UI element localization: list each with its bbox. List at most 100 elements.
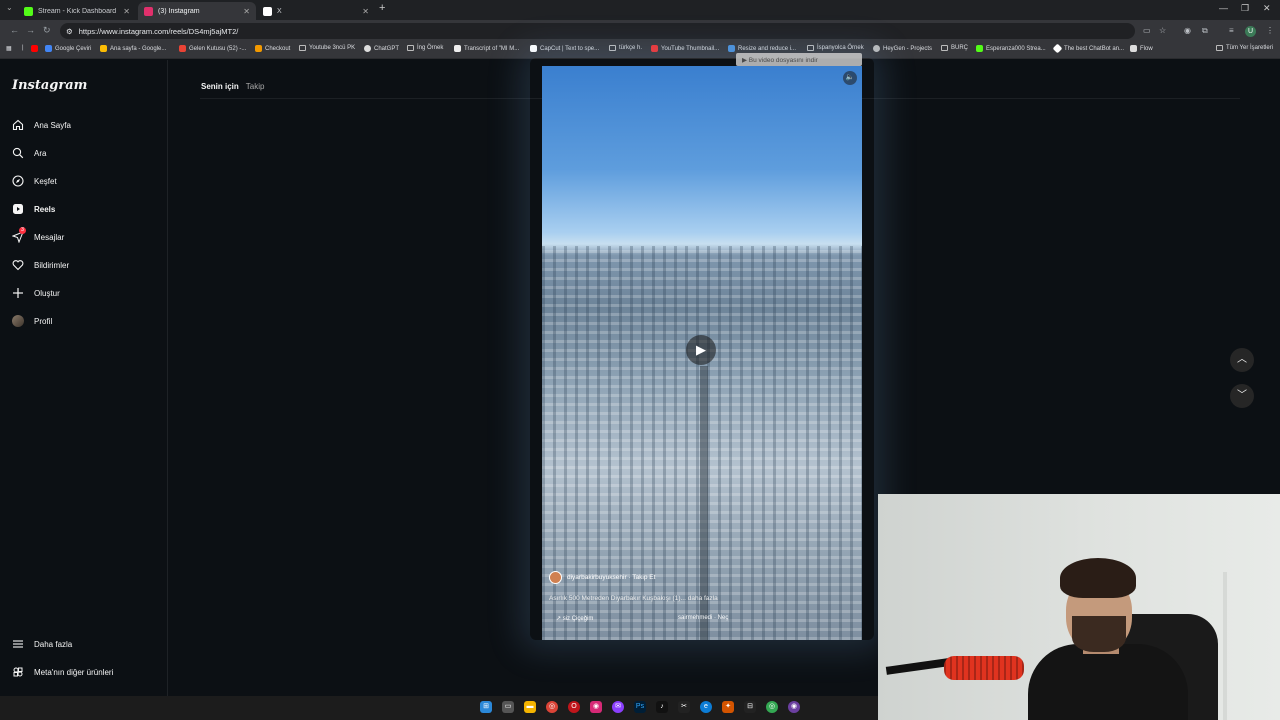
tab-instagram[interactable]: (3) Instagram ✕ <box>138 2 256 20</box>
minimize-icon[interactable]: — <box>1219 3 1228 13</box>
chrome-icon[interactable]: ◎ <box>546 701 558 713</box>
tab-strip: ⌄ Stream - Kick Dashboard ✕ (3) Instagra… <box>0 0 1280 20</box>
author-avatar[interactable] <box>549 571 562 584</box>
instagram-icon[interactable]: ◉ <box>590 701 602 713</box>
obs-icon[interactable]: ◉ <box>788 701 800 713</box>
youtube-bookmark-icon[interactable] <box>31 45 38 52</box>
nav-label: Ana Sayfa <box>34 120 71 130</box>
back-icon[interactable]: ← <box>10 25 19 35</box>
reload-icon[interactable]: ↻ <box>43 25 51 36</box>
url-text: https://www.instagram.com/reels/DS4mj5aj… <box>78 26 239 36</box>
nav-create[interactable]: Oluştur <box>12 287 60 299</box>
app2-icon[interactable]: ⊟ <box>744 701 756 713</box>
maximize-icon[interactable]: ❐ <box>1241 3 1249 14</box>
author-name[interactable]: diyarbakirbuyuksehir · Takip Et <box>567 574 655 581</box>
tab-search-icon[interactable]: ⌄ <box>6 3 13 12</box>
forward-icon[interactable]: → <box>26 25 35 35</box>
apps-icon[interactable]: ▦ <box>6 45 12 52</box>
nav-reels[interactable]: Reels <box>12 203 55 215</box>
tab-following[interactable]: Takip <box>246 82 265 91</box>
nav-explore[interactable]: Keşfet <box>12 175 57 187</box>
mute-icon[interactable]: 🔈 <box>843 71 857 85</box>
download-video-bar[interactable]: ▶ Bu video dosyasını indir <box>736 53 862 66</box>
extensions-puzzle-icon[interactable]: ⧉ <box>1202 26 1208 36</box>
chatbot-icon <box>1052 43 1063 54</box>
address-bar[interactable]: ⚙ https://www.instagram.com/reels/DS4mj5… <box>60 23 1135 39</box>
bookmark-item[interactable]: CapCut | Text to spe... <box>530 45 599 52</box>
close-window-icon[interactable]: ✕ <box>1263 3 1271 14</box>
chrome2-icon[interactable]: ◎ <box>766 701 778 713</box>
profile-avatar[interactable]: U <box>1245 26 1256 37</box>
next-reel-button[interactable]: ﹀ <box>1230 384 1254 408</box>
bookmark-star-icon[interactable]: ☆ <box>1159 26 1166 35</box>
close-tab-icon[interactable]: ✕ <box>243 7 250 16</box>
bookmark-item[interactable]: Resize and reduce i... <box>728 45 796 52</box>
bookmark-item[interactable]: Gelen Kutusu (52) -... <box>179 45 246 52</box>
all-bookmarks[interactable]: Tüm Yer İşaretleri <box>1216 45 1273 51</box>
folder-icon <box>941 45 948 51</box>
heygen-icon <box>873 45 880 52</box>
nav-home[interactable]: Ana Sayfa <box>12 119 71 131</box>
nav-label: Ara <box>34 148 47 158</box>
nav-label: Keşfet <box>34 176 57 186</box>
edge-icon[interactable]: e <box>700 701 712 713</box>
bookmark-item[interactable]: ChatGPT <box>364 45 399 52</box>
tab-for-you[interactable]: Senin için <box>201 82 239 91</box>
messenger-icon[interactable]: ✉ <box>612 701 624 713</box>
previous-reel-button[interactable]: ︿ <box>1230 348 1254 372</box>
bookmark-item[interactable]: Youtube 3ncü PK <box>299 45 355 51</box>
extension-icon[interactable]: ◉ <box>1184 26 1191 35</box>
nav-meta-products[interactable]: Meta'nın diğer ürünleri <box>12 666 113 678</box>
close-tab-icon[interactable]: ✕ <box>362 7 369 16</box>
opera-icon[interactable]: O <box>568 701 580 713</box>
reel-music[interactable]: ↗ siz Çiçeğim <box>556 615 593 622</box>
photoshop-icon[interactable]: Ps <box>634 701 646 713</box>
nav-more[interactable]: Daha fazla <box>12 638 72 650</box>
reel-author[interactable]: diyarbakirbuyuksehir · Takip Et <box>549 571 655 584</box>
downloads-icon[interactable]: ≡ <box>1229 26 1234 35</box>
bookmark-item[interactable]: Esperanza000 Strea... <box>976 45 1046 52</box>
nav-messages[interactable]: 3 Mesajlar <box>12 227 64 243</box>
instagram-logo[interactable]: Instagram <box>12 78 87 93</box>
task-view-icon[interactable]: ▭ <box>502 701 514 713</box>
cast-icon[interactable]: ▭ <box>1143 26 1151 35</box>
bookmark-item[interactable]: BURÇ <box>941 45 968 51</box>
bookmark-item[interactable]: The best ChatBot an... <box>1052 43 1124 54</box>
tab-x[interactable]: X ✕ <box>257 2 375 20</box>
home-icon <box>12 119 24 131</box>
nav-search[interactable]: Ara <box>12 147 46 159</box>
bookmark-item[interactable]: Transcript of "MI M... <box>454 45 519 52</box>
sidebar: Instagram Ana Sayfa Ara Keşfet Reels 3 M… <box>0 60 168 700</box>
bookmark-item[interactable]: Checkout <box>255 45 290 52</box>
reel-caption[interactable]: Asırlık 500 Metreden Diyarbakır Kuşbakış… <box>549 595 718 602</box>
explorer-icon[interactable]: ▬ <box>524 701 536 713</box>
play-icon[interactable]: ▶ <box>686 335 716 365</box>
bookmark-item[interactable]: Google Çeviri <box>45 45 91 52</box>
bookmark-item[interactable]: Ana sayfa - Google... <box>100 45 166 52</box>
google-translate-icon <box>45 45 52 52</box>
site-info-icon[interactable]: ⚙ <box>66 27 73 36</box>
kick-icon <box>976 45 983 52</box>
bookmark-item[interactable]: İspanyolca Örnek <box>807 45 864 51</box>
nav-profile[interactable]: Profil <box>12 315 52 327</box>
bookmark-item[interactable]: YouTube Thumbnail... <box>651 45 719 52</box>
bookmark-item[interactable]: İng Örnek <box>407 45 443 51</box>
reel-audio[interactable]: sairmehmedi · Neç <box>678 615 728 621</box>
nav-label: Daha fazla <box>34 639 73 649</box>
tab-title: Stream - Kick Dashboard <box>38 7 117 15</box>
tiktok-icon[interactable]: ♪ <box>656 701 668 713</box>
doc-icon <box>454 45 461 52</box>
new-tab-button[interactable]: + <box>379 2 385 14</box>
bookmark-item[interactable]: türkçe h. <box>609 45 642 51</box>
nav-notifications[interactable]: Bildirimler <box>12 259 69 271</box>
capcut-icon[interactable]: ✂ <box>678 701 690 713</box>
feed-tabs: Senin için Takip <box>201 82 264 91</box>
bookmark-item[interactable]: HeyGen - Projects <box>873 45 932 52</box>
windows-icon[interactable]: ⊞ <box>480 701 492 713</box>
app-icon[interactable]: ✦ <box>722 701 734 713</box>
tab-kick-dashboard[interactable]: Stream - Kick Dashboard ✕ <box>18 2 136 20</box>
close-tab-icon[interactable]: ✕ <box>123 7 130 16</box>
chrome-menu-icon[interactable]: ⋮ <box>1266 26 1274 35</box>
google-drive-icon <box>100 45 107 52</box>
bookmark-item[interactable]: Flow <box>1130 45 1153 52</box>
